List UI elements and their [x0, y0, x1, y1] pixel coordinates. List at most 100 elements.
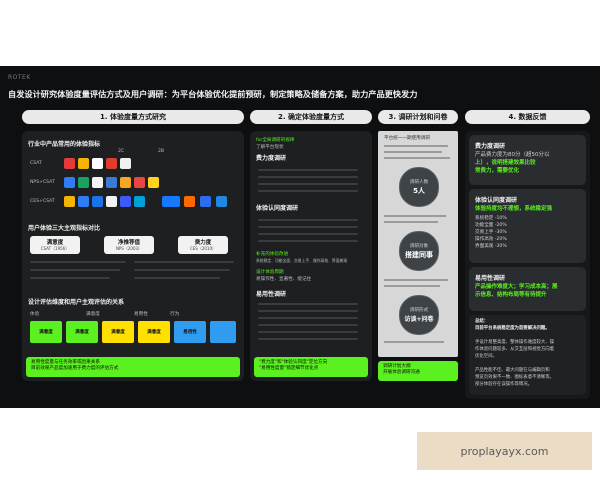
table-line [258, 190, 358, 192]
doc-line [384, 341, 444, 343]
table-line [258, 233, 358, 235]
card-line: 功能全面 -20% [475, 223, 507, 228]
doc-line [384, 145, 448, 147]
identity-research-heading: 体验认同度调研 [256, 205, 299, 212]
dim-block-satisfaction: 满意度 [138, 321, 170, 343]
summary-line: 优化空间。 [475, 354, 497, 359]
table-line [258, 317, 358, 319]
table-line [258, 176, 358, 178]
row-ces-csat: CES+CSAT [30, 199, 55, 204]
app-icon [106, 177, 117, 188]
bubble-label: 调研对象 [409, 243, 429, 249]
card-line-highlight: 上），说明搭建效果比较 [475, 160, 536, 166]
dim-label: 体验 [30, 312, 40, 317]
text-line [30, 277, 110, 279]
metric-name: 费力度 [194, 240, 212, 246]
dim-block-satisfaction: 满意度 [66, 321, 98, 343]
sec2-summary: "费力度"和"体验认同度"定位方向 "易用性度量"锁定细节优化点 [254, 357, 368, 377]
section-2-tab[interactable]: 2. 确定体验度量方式 [250, 110, 372, 124]
card-line: 操作高效 -20% [475, 237, 507, 242]
card-line: 系统稳定 -10% [475, 216, 507, 221]
app-icon [134, 196, 145, 207]
summary-card: 总结： 目前平台系统稳定度为首要解决问题。 手设计易整高度、整体操作难度较大、操… [469, 315, 586, 395]
dim-block-satisfaction: 满意度 [102, 321, 134, 343]
doc-line [384, 279, 448, 281]
metric-sub: CES（2010） [189, 246, 217, 251]
text-line [30, 269, 120, 271]
dim-label: 满意度 [86, 312, 100, 317]
app-icon [92, 158, 103, 169]
dim-block-satisfaction: 满意度 [30, 321, 62, 343]
app-icon [64, 196, 75, 207]
row-nps-csat: NPS+CSAT [30, 180, 55, 185]
section-1-tab[interactable]: 1. 体验度量方式研究 [22, 110, 244, 124]
effort-research-heading: 费力度调研 [256, 155, 287, 162]
bubble-label: 调研人数 [409, 179, 429, 185]
watermark: proplayayx.com [417, 432, 592, 470]
app-icon [120, 196, 131, 207]
card-line-highlight: 体验持度均不理想，系统稳定强 [475, 206, 553, 212]
dimension-heading: 设计评估维度和用户主观评估的关系 [28, 299, 125, 306]
bubble-value: 搭建同事 [405, 250, 433, 259]
dim-block-usability: 易用性 [174, 321, 206, 343]
table-line [258, 324, 358, 326]
metric-sub: NPS（2003） [115, 246, 143, 251]
brand-label: ROTEK [8, 74, 31, 81]
identity-result-card: 体验认同度调研 体验持度均不理想，系统稳定强 系统稳定 -10% 功能全面 -2… [469, 189, 586, 263]
table-line [258, 169, 358, 171]
doc-line [384, 157, 450, 159]
section-4-tab[interactable]: 4. 数据反馈 [465, 110, 590, 124]
section-4-panel: 费力度调研 产品费力度为80分（超50分以 上），说明搭建效果比较 常费力，需要… [465, 131, 590, 399]
dim-label: 行为 [170, 312, 180, 317]
card-line: 交易上手 -30% [475, 230, 507, 235]
table-line [258, 226, 358, 228]
usability-research-heading: 易用性调研 [256, 291, 287, 298]
section-2-panel: for全局调研的规律 了解平台现状 费力度调研 体验认同度调研 补充的体验改进 … [250, 131, 372, 381]
app-icon [106, 196, 117, 207]
app-icon [78, 196, 89, 207]
section-3-tab[interactable]: 3. 调研计划和问卷 [378, 110, 458, 124]
improvement-label: 补充的体验改进 [256, 252, 289, 257]
sec1-summary: 易用性度量与任务效率或因果关系 目前效果产品度加速用于费力度的评估方式 [26, 357, 240, 377]
doc-line [384, 151, 442, 153]
text-line [134, 269, 230, 271]
table-line [258, 303, 358, 305]
section-2: 2. 确定体验度量方式 for全局调研的规律 了解平台现状 费力度调研 体验认同… [250, 110, 372, 381]
app-icon [134, 177, 145, 188]
app-icon [92, 177, 103, 188]
app-icon [64, 177, 75, 188]
section-4: 4. 数据反馈 费力度调研 产品费力度为80分（超50分以 上），说明搭建效果比… [465, 110, 590, 399]
metric-sub: CSAT（1956） [40, 246, 70, 251]
questionnaire-document: 平台统一一期使用调研 调研人数 5人 调研对象 搭建同事 调研形式 访谈+问卷 [378, 131, 458, 357]
summary-line: 产品性能不佳、最大问题在与编辑页和 [475, 368, 550, 373]
table-line [258, 240, 358, 242]
bubble-value: 5人 [413, 186, 425, 195]
card-line-highlight: 示信息、结构布局等有待提升 [475, 292, 547, 298]
col-2b-label: 2B [158, 149, 165, 154]
app-icon [92, 196, 103, 207]
card-title: 易用性调研 [475, 275, 506, 282]
summary-line: 作体验问题较多、从交互层和视觉方向着 [475, 347, 555, 352]
card-line-highlight: 常费力，需要优化 [475, 168, 520, 174]
global-research-label: for全局调研的规律 [256, 138, 295, 143]
app-icon [200, 196, 211, 207]
app-icon [162, 196, 180, 207]
slide: ROTEK 自发设计研究体验度量评估方式及用户调研：为平台体验优化提前预研，制定… [0, 66, 600, 408]
card-title: 费力度调研 [475, 143, 506, 150]
platform-status-label: 了解平台现状 [256, 145, 284, 150]
metric-nps-card: 净推荐值 NPS（2003） [104, 236, 154, 254]
metric-name: 满意度 [46, 240, 64, 246]
app-icon [120, 158, 131, 169]
metric-name: 净推荐值 [117, 240, 140, 246]
dimensions-text: 系统稳定、功能全面、交易上手、操作高效、界面美观 [256, 258, 348, 263]
metric-csat-card: 满意度 CSAT（1956） [30, 236, 80, 254]
doc-line [384, 285, 440, 287]
table-line [258, 331, 358, 333]
app-icon [120, 177, 131, 188]
usability-result-card: 易用性调研 产品操作难度大；学习成本高；展 示信息、结构布局等有待提升 [469, 267, 586, 311]
doc-line [384, 215, 446, 217]
text-line [134, 261, 234, 263]
audience-bubble: 调研对象 搭建同事 [399, 231, 439, 271]
app-icon [64, 158, 75, 169]
metric-ces-card: 费力度 CES（2010） [178, 236, 228, 254]
